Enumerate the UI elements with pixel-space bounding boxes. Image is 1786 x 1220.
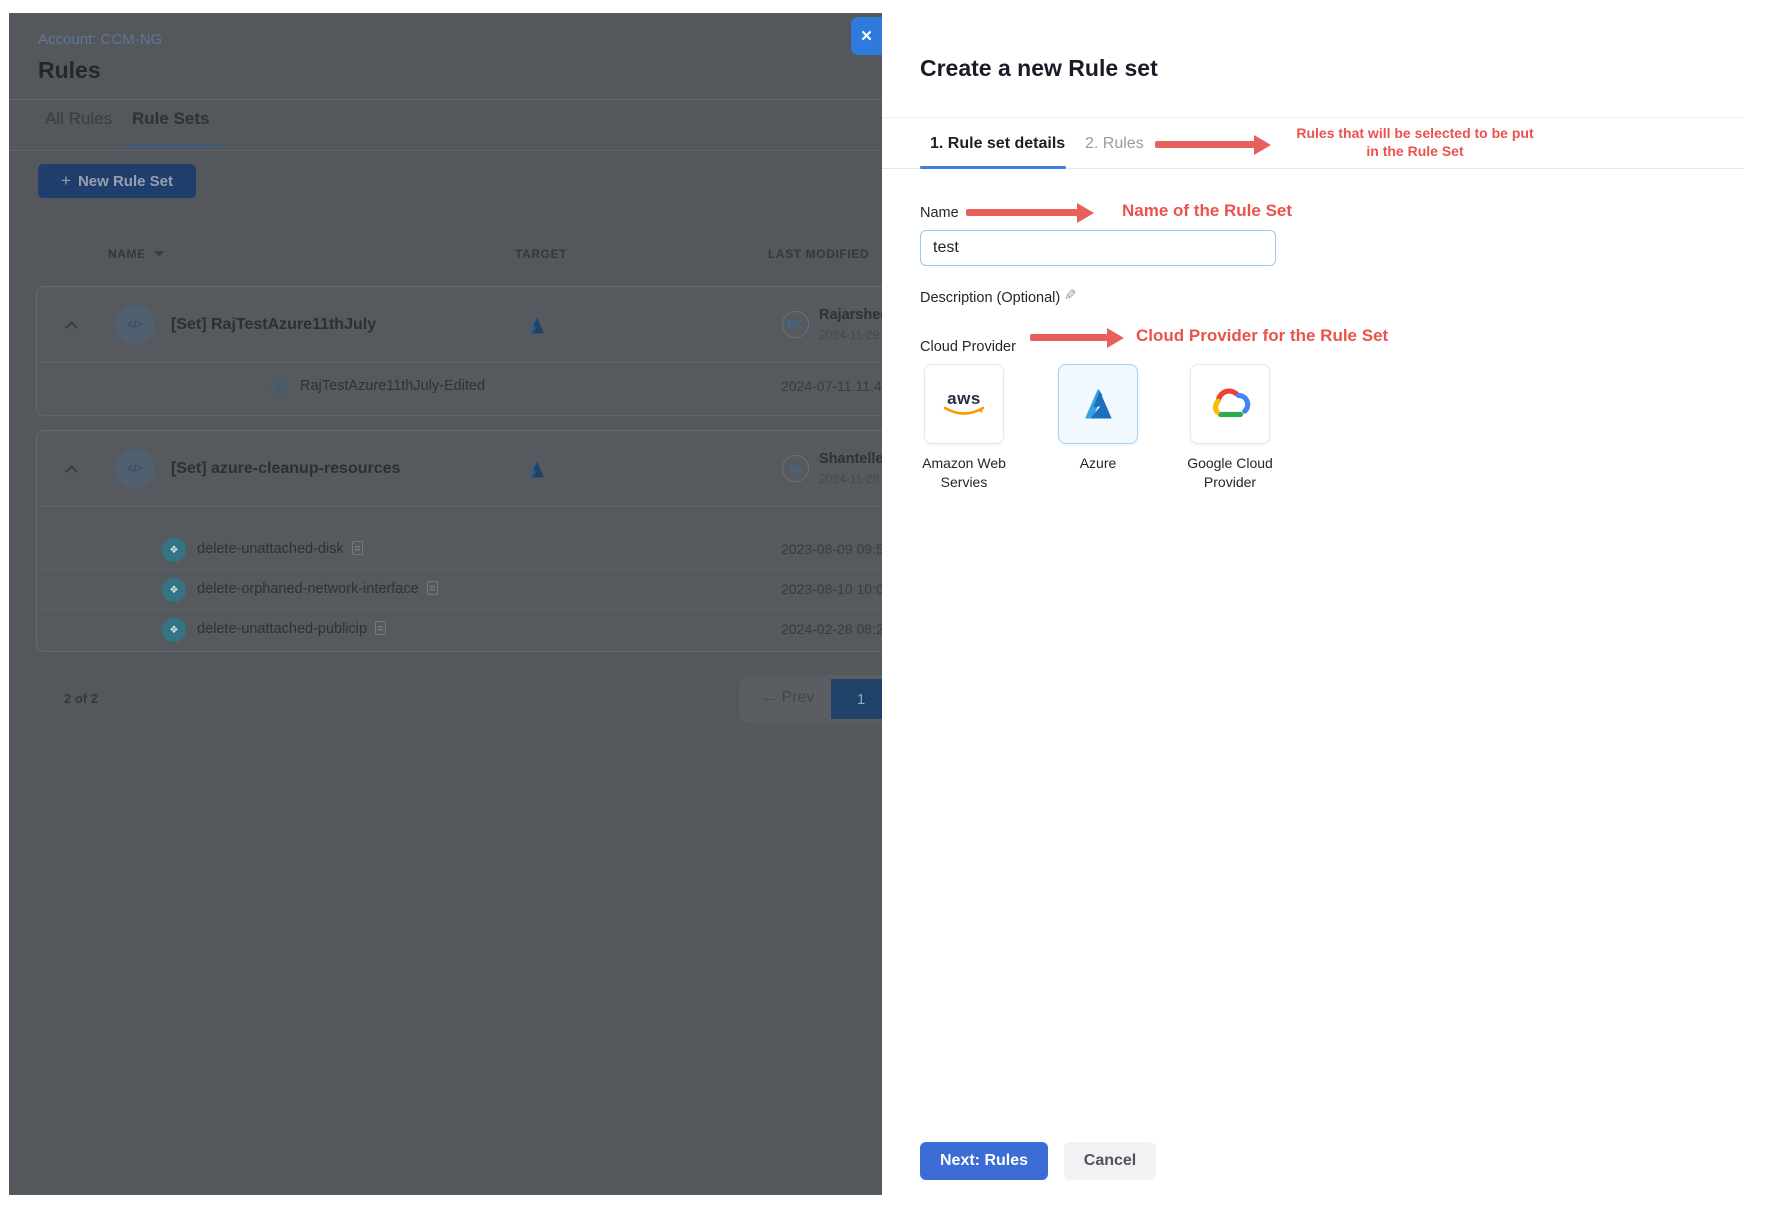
gcp-logo-icon <box>1207 385 1253 423</box>
azure-logo-icon <box>1079 385 1117 423</box>
tab-rule-sets[interactable]: Rule Sets <box>132 109 209 129</box>
aws-wordmark: aws <box>947 391 981 406</box>
name-label: Name <box>920 205 959 221</box>
provider-card-aws[interactable]: aws <box>924 364 1004 444</box>
rule-icon: ❖ <box>162 538 186 562</box>
column-name-label: NAME <box>108 247 146 261</box>
provider-card-azure-selected[interactable] <box>1058 364 1138 444</box>
rule-name: delete-orphaned-network-interface <box>197 581 438 597</box>
rule-icon: ❖ <box>162 618 186 642</box>
annotation-arrow <box>1030 334 1108 341</box>
copy-icon[interactable] <box>427 581 438 595</box>
breadcrumb-account[interactable]: Account: CCM-NG <box>38 31 162 48</box>
copy-icon[interactable] <box>375 621 386 635</box>
avatar: SL <box>782 455 809 482</box>
screenshot-stage: Account: CCM-NG Rules All Rules Rule Set… <box>0 0 1786 1220</box>
pagination-summary: 2 of 2 <box>64 691 98 706</box>
create-rule-set-drawer: ✕ Create a new Rule set 1. Rule set deta… <box>882 10 1786 1195</box>
step-rules[interactable]: 2. Rules <box>1085 135 1144 153</box>
column-header-name[interactable]: NAME <box>108 247 164 261</box>
provider-label-azure: Azure <box>1043 454 1153 473</box>
cloud-provider-label: Cloud Provider <box>920 339 1016 355</box>
page-title: Rules <box>38 57 101 84</box>
rule-name: RajTestAzure11thJuly-Edited <box>300 378 485 394</box>
prev-page-button[interactable]: ← Prev <box>761 689 814 707</box>
rule-set-name: [Set] azure-cleanup-resources <box>171 460 400 478</box>
annotation-rules-step: Rules that will be selected to be put in… <box>1280 124 1550 160</box>
tab-all-rules[interactable]: All Rules <box>45 109 112 129</box>
column-header-last-modified: LAST MODIFIED <box>768 247 869 261</box>
annotation-arrow <box>966 209 1078 216</box>
annotation-name: Name of the Rule Set <box>1122 201 1292 221</box>
drawer-title: Create a new Rule set <box>920 55 1158 82</box>
active-step-underline <box>920 166 1066 169</box>
next-rules-button[interactable]: Next: Rules <box>920 1142 1048 1180</box>
rule-date: 2024-02-28 08:26 <box>781 621 892 637</box>
rule-name: delete-unattached-publicip <box>197 621 386 637</box>
new-rule-set-label: New Rule Set <box>78 173 173 190</box>
azure-target-icon <box>525 458 547 480</box>
rule-date: 2023-08-09 09:50 <box>781 541 892 557</box>
close-button[interactable]: ✕ <box>851 17 882 55</box>
provider-label-gcp: Google Cloud Provider <box>1175 454 1285 492</box>
chevron-up-icon[interactable] <box>65 465 78 478</box>
rule-date: 2023-08-10 10:02 <box>781 581 892 597</box>
azure-target-icon <box>525 314 547 336</box>
new-rule-set-button[interactable]: + New Rule Set <box>38 164 196 198</box>
rule-name-text: delete-unattached-publicip <box>197 621 367 637</box>
description-label: Description (Optional) <box>920 290 1060 306</box>
pagination: ← Prev 1 <box>739 675 899 723</box>
sort-caret-icon <box>154 251 164 257</box>
active-tab-underline <box>125 144 221 147</box>
annotation-cloud-provider: Cloud Provider for the Rule Set <box>1136 326 1388 346</box>
name-input[interactable] <box>920 230 1276 266</box>
rule-icon: ❖ <box>268 376 290 398</box>
avatar: RC <box>782 311 809 338</box>
cancel-button[interactable]: Cancel <box>1064 1142 1156 1180</box>
aws-logo-icon: aws <box>942 391 986 418</box>
rule-name-text: delete-orphaned-network-interface <box>197 581 419 597</box>
annotation-arrow <box>1155 141 1255 148</box>
step-rule-set-details[interactable]: 1. Rule set details <box>930 135 1065 153</box>
copy-icon[interactable] <box>352 541 363 555</box>
rule-set-icon: </> <box>115 305 155 345</box>
chevron-up-icon[interactable] <box>65 321 78 334</box>
rule-set-icon: </> <box>115 449 155 489</box>
edit-pencil-icon[interactable]: ✎ <box>1064 286 1077 304</box>
column-header-target: TARGET <box>515 247 567 261</box>
rule-set-name: [Set] RajTestAzure11thJuly <box>171 316 376 334</box>
rule-icon: ❖ <box>162 578 186 602</box>
provider-label-aws: Amazon Web Servies <box>909 454 1019 492</box>
rule-name-text: delete-unattached-disk <box>197 541 344 557</box>
provider-card-gcp[interactable] <box>1190 364 1270 444</box>
plus-icon: + <box>61 171 71 191</box>
close-icon: ✕ <box>860 27 873 45</box>
rule-name: delete-unattached-disk <box>197 541 363 557</box>
